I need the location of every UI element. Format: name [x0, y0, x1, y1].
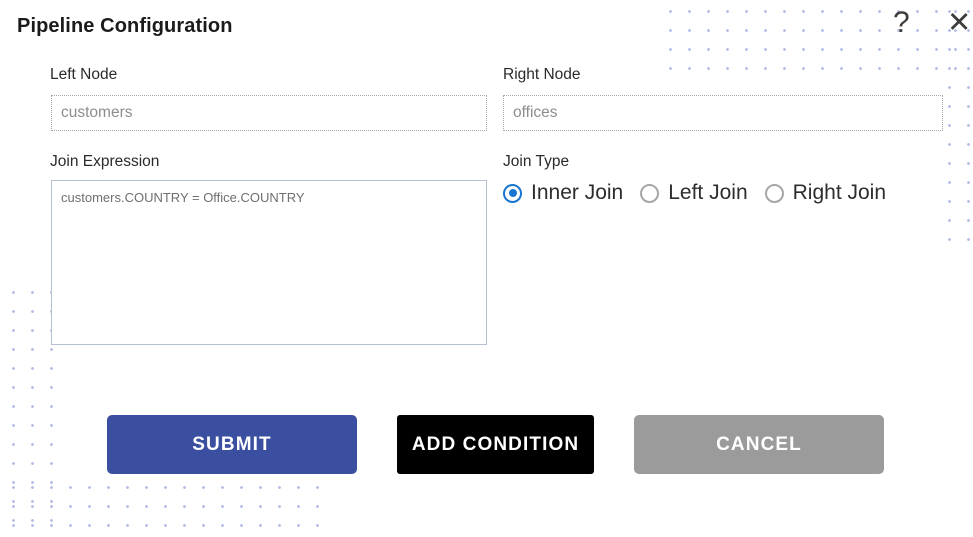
join-expression-label: Join Expression — [50, 153, 160, 170]
left-node-label: Left Node — [50, 66, 118, 83]
radio-option-left-join[interactable]: Left Join — [640, 181, 748, 205]
radio-icon-left-join — [640, 183, 660, 203]
submit-button[interactable]: SUBMIT — [107, 415, 357, 474]
radio-option-inner-join[interactable]: Inner Join — [503, 181, 623, 205]
left-node-input[interactable] — [51, 95, 487, 131]
decorative-dot-pattern-left-strip — [2, 281, 54, 526]
page-title: Pipeline Configuration — [17, 15, 233, 37]
join-type-label: Join Type — [503, 153, 570, 170]
radio-option-right-join[interactable]: Right Join — [764, 181, 887, 205]
radio-label-right-join: Right Join — [792, 181, 887, 204]
join-type-radio-group: Inner Join Left Join Right Join — [503, 181, 886, 205]
close-icon[interactable]: ✕ — [947, 9, 971, 38]
join-expression-textarea[interactable] — [51, 180, 487, 345]
right-node-input[interactable] — [503, 95, 943, 131]
radio-label-left-join: Left Join — [668, 181, 748, 204]
help-icon[interactable]: ? — [893, 8, 910, 38]
decorative-dot-pattern-top-right — [659, 0, 973, 72]
radio-icon-inner-join — [503, 183, 522, 203]
decorative-dot-pattern-bottom-band — [2, 476, 334, 534]
add-condition-button[interactable]: ADD CONDITION — [397, 415, 594, 474]
radio-label-inner-join: Inner Join — [531, 181, 624, 204]
right-node-label: Right Node — [503, 66, 581, 83]
radio-icon-right-join — [764, 183, 784, 203]
cancel-button[interactable]: CANCEL — [634, 415, 884, 474]
